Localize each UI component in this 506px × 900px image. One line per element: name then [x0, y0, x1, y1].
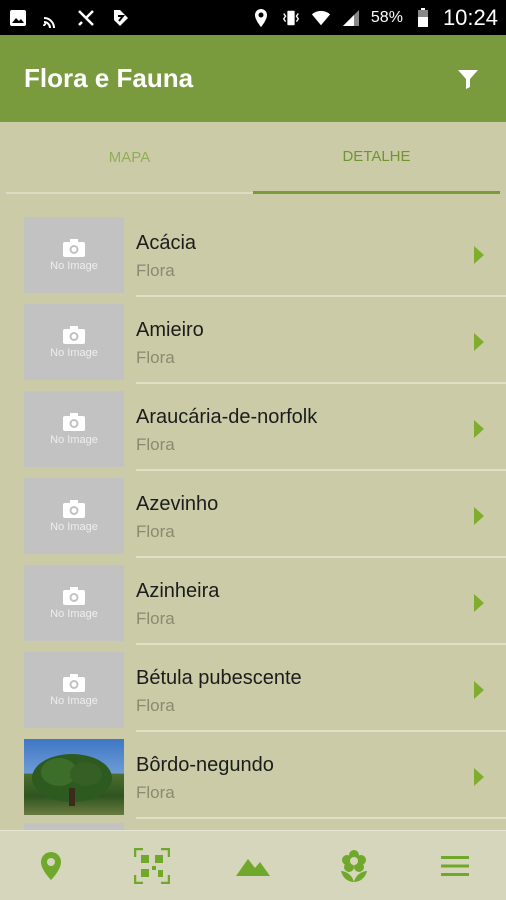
location-icon [251, 8, 271, 28]
app-bar: Flora e Fauna [0, 35, 506, 122]
item-category: Flora [136, 696, 175, 715]
chevron-right-icon [474, 333, 484, 351]
chevron-right-icon [474, 594, 484, 612]
list-item[interactable]: No Image Azevinho Flora [0, 471, 506, 558]
list-item[interactable]: No Image Araucária-de-norfolk Flora [0, 384, 506, 471]
list-item[interactable]: No Image Azinheira Flora [0, 558, 506, 645]
mountains-icon[interactable] [228, 841, 278, 891]
chevron-right-icon [474, 768, 484, 786]
thumbnail: No Image [24, 304, 124, 380]
camera-icon [63, 674, 85, 692]
tab-detalhe[interactable]: DETALHE [253, 122, 500, 194]
item-category: Flora [136, 783, 175, 802]
tab-bar: MAPA DETALHE [6, 122, 500, 194]
item-name: Bôrdo-negundo [136, 754, 274, 776]
chevron-right-icon [474, 681, 484, 699]
divider [136, 817, 506, 819]
menu-icon[interactable] [430, 841, 480, 891]
thumbnail: No Image [24, 391, 124, 467]
image-icon [8, 8, 28, 28]
no-image-label: No Image [50, 608, 98, 620]
no-image-label: No Image [50, 260, 98, 272]
thumbnail: No Image [24, 478, 124, 554]
tag-icon [110, 8, 130, 28]
no-image-label: No Image [50, 347, 98, 359]
item-name: Bétula pubescente [136, 667, 302, 689]
thumbnail: No Image [24, 652, 124, 728]
filter-icon[interactable] [454, 65, 482, 93]
item-name: Araucária-de-norfolk [136, 406, 318, 428]
item-category: Flora [136, 348, 175, 367]
no-image-label: No Image [50, 521, 98, 533]
flower-icon[interactable] [329, 841, 379, 891]
app-title: Flora e Fauna [24, 63, 194, 93]
bottom-nav [0, 830, 506, 900]
item-category: Flora [136, 522, 175, 541]
list-item[interactable]: No Image Bétula pubescente Flora [0, 645, 506, 732]
item-name: Acácia [136, 232, 197, 254]
cast-icon [42, 8, 62, 28]
location-pin-icon[interactable] [26, 841, 76, 891]
camera-icon [63, 500, 85, 518]
battery-percent: 58% [370, 8, 403, 26]
item-category: Flora [136, 435, 175, 454]
item-name: Azevinho [136, 493, 219, 515]
item-category: Flora [136, 609, 175, 628]
signal-icon [341, 8, 361, 28]
status-bar: 58% 10:24 [0, 0, 506, 35]
qr-code-icon[interactable] [127, 841, 177, 891]
list-item[interactable]: No Image Acácia Flora [0, 210, 506, 297]
chevron-right-icon [474, 246, 484, 264]
species-list: No Image Acácia Flora No Image Amieiro F… [0, 210, 506, 830]
chevron-right-icon [474, 420, 484, 438]
item-category: Flora [136, 261, 175, 280]
clock: 10:24 [442, 4, 498, 30]
camera-icon [63, 239, 85, 257]
list-item[interactable]: No Image Amieiro Flora [0, 297, 506, 384]
camera-icon [63, 326, 85, 344]
thumbnail: No Image [24, 565, 124, 641]
camera-icon [63, 587, 85, 605]
tree-image [32, 754, 112, 806]
no-gps-icon [76, 8, 96, 28]
wifi-icon [311, 8, 331, 28]
battery-icon [413, 7, 433, 28]
thumbnail: No Image [24, 217, 124, 293]
tab-mapa[interactable]: MAPA [6, 122, 253, 194]
item-name: Amieiro [136, 319, 204, 341]
list-item[interactable]: Bôrdo-negundo Flora [0, 732, 506, 819]
tree-photo [24, 739, 124, 815]
camera-icon [63, 413, 85, 431]
vibrate-icon [281, 8, 301, 28]
item-name: Azinheira [136, 580, 220, 602]
no-image-label: No Image [50, 695, 98, 707]
chevron-right-icon [474, 507, 484, 525]
no-image-label: No Image [50, 434, 98, 446]
